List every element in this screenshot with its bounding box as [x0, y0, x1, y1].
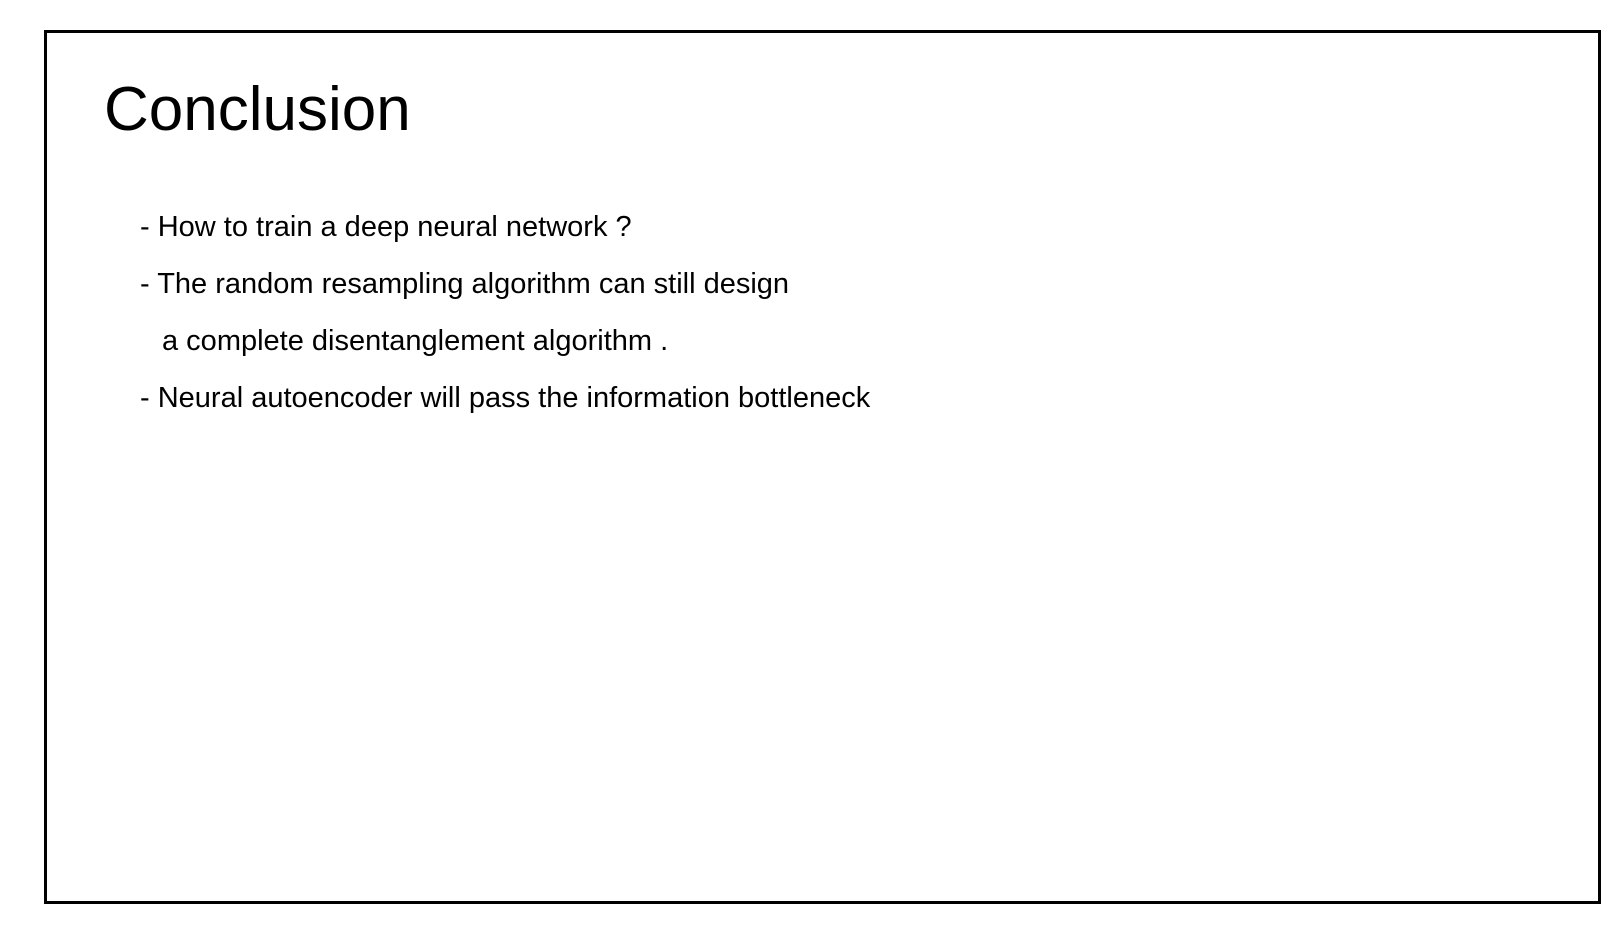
bullet-list: - How to train a deep neural network ? -…	[140, 199, 870, 427]
bullet-item: - Neural autoencoder will pass the infor…	[140, 382, 871, 414]
slide-title: Conclusion	[104, 75, 411, 144]
bullet-item: - The random resampling algorithm can st…	[140, 268, 790, 300]
slide-frame: Conclusion - How to train a deep neural …	[44, 30, 1601, 904]
bullet-item-continuation: a complete disentanglement algorithm .	[162, 325, 669, 357]
bullet-item: - How to train a deep neural network ?	[140, 211, 632, 243]
